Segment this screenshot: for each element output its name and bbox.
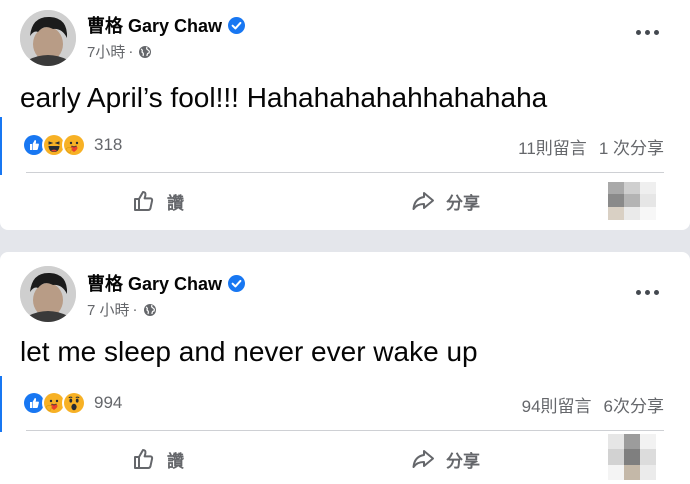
more-options-icon[interactable] (632, 22, 662, 42)
more-options-icon[interactable] (632, 282, 662, 302)
globe-icon[interactable] (136, 45, 152, 59)
share-label: 分享 (446, 451, 480, 471)
verified-badge-icon (228, 274, 246, 292)
share-label: 分享 (446, 193, 480, 213)
like-button[interactable]: 讚 (131, 444, 184, 474)
meta-separator: · (128, 43, 134, 60)
post-text: early April’s fool!!! Hahahahahahhahahah… (20, 82, 548, 113)
divider (26, 430, 664, 431)
comment-count[interactable]: 94則留言 (522, 392, 592, 417)
accent-bar (0, 117, 2, 175)
engagement-stats: 11則留言 1 次分享 (518, 134, 664, 159)
divider (26, 172, 664, 173)
reactions-summary[interactable]: 318 (22, 132, 122, 158)
author-avatar[interactable] (20, 266, 76, 322)
wow-icon (62, 391, 86, 415)
globe-icon[interactable] (141, 303, 157, 317)
reactions-summary[interactable]: 994 (22, 390, 122, 416)
engagement-stats: 94則留言 6次分享 (522, 392, 664, 417)
post-meta: 7 小時 · (87, 299, 157, 320)
post-text: let me sleep and never ever wake up (20, 336, 478, 367)
post-card: 曹格 Gary Chaw 7 小時 · let me sleep and nev… (0, 252, 690, 484)
like-label: 讚 (167, 193, 184, 213)
thumbs-up-icon (131, 446, 157, 472)
thumbs-up-icon (131, 188, 157, 214)
like-button[interactable]: 讚 (131, 186, 184, 216)
share-count[interactable]: 6次分享 (604, 392, 664, 417)
share-arrow-icon (410, 446, 436, 472)
reaction-count[interactable]: 994 (94, 393, 122, 413)
meta-separator: · (132, 301, 138, 318)
post-timestamp[interactable]: 7小時 (87, 41, 125, 62)
share-arrow-icon (410, 188, 436, 214)
author-name-row: 曹格 Gary Chaw (87, 12, 246, 38)
share-button[interactable]: 分享 (410, 444, 480, 474)
audience-avatar-thumbnail[interactable] (608, 182, 656, 220)
author-name[interactable]: 曹格 Gary Chaw (87, 12, 222, 38)
author-name[interactable]: 曹格 Gary Chaw (87, 270, 222, 296)
like-label: 讚 (167, 451, 184, 471)
post-timestamp[interactable]: 7 小時 (87, 299, 130, 320)
comment-count[interactable]: 11則留言 (518, 134, 587, 159)
author-name-row: 曹格 Gary Chaw (87, 270, 246, 296)
accent-bar (0, 376, 2, 432)
audience-avatar-thumbnail[interactable] (608, 434, 656, 480)
author-avatar[interactable] (20, 10, 76, 66)
care-icon (62, 133, 86, 157)
share-button[interactable]: 分享 (410, 186, 480, 216)
post-card: 曹格 Gary Chaw 7小時 · early April’s fool!!!… (0, 0, 690, 230)
post-meta: 7小時 · (87, 41, 152, 62)
reaction-count[interactable]: 318 (94, 135, 122, 155)
share-count[interactable]: 1 次分享 (599, 134, 664, 159)
verified-badge-icon (228, 16, 246, 34)
